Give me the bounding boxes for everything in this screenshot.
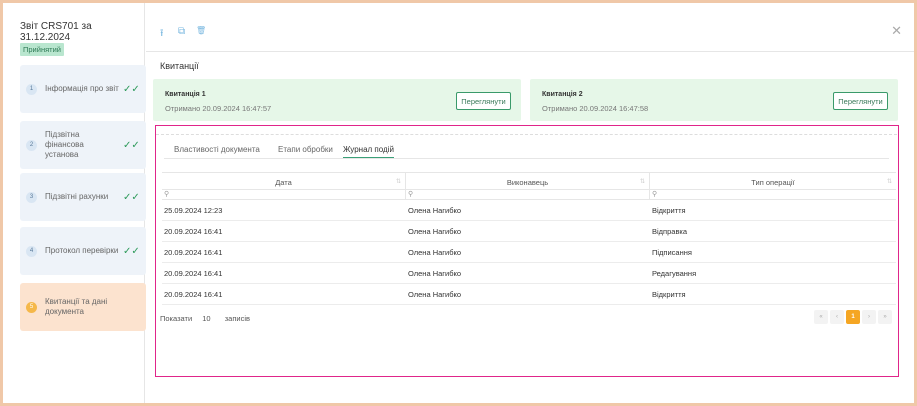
page-1-button[interactable]: 1 [846,310,860,324]
next-page-button[interactable]: › [862,310,876,324]
column-header-label: Дата [275,177,292,187]
executor-filter-input[interactable]: ⚲ [406,190,650,200]
column-header-label: Тип операції [751,177,795,187]
tab-document-properties[interactable]: Властивості документа [174,145,260,157]
check-icon: ✓✓ [123,139,140,151]
close-icon[interactable]: ✕ [891,23,902,39]
view-receipt-button[interactable]: Переглянути [833,92,888,110]
step-label: Підзвітна фінансова установа [45,130,84,159]
sort-icon: ⇅ [886,179,892,185]
step-number: 1 [26,83,37,95]
cell-executor: Олена Нагибко [408,290,462,299]
cell-executor: Олена Нагибко [408,269,462,278]
table-row[interactable]: 20.09.2024 16:41 Олена Нагибко Редагуван… [162,263,896,284]
step-label: Підзвітні рахунки [45,192,109,201]
check-icon: ✓✓ [123,245,140,257]
check-icon: ✓✓ [123,191,140,203]
date-filter-input[interactable]: ⚲ [162,190,406,200]
cell-operation: Редагування [652,269,697,278]
column-header-label: Виконавець [506,177,549,187]
cell-operation: Підписання [652,248,692,257]
receipt-card: Квитанція 2 Отримано 20.09.2024 16:47:58… [530,79,898,121]
sort-icon: ⇅ [395,179,401,185]
step-number: 5 [26,301,37,313]
step-number: 4 [26,245,37,257]
step-number: 2 [26,139,37,151]
operation-filter-input[interactable]: ⚲ [650,190,896,200]
step-label: Квитанції та дані документа [45,297,108,316]
tab-divider [164,158,889,159]
cell-operation: Відправка [652,227,688,236]
step-protocol[interactable]: 4 Протокол перевірки ✓✓ [20,227,146,275]
receipt-card: Квитанція 1 Отримано 20.09.2024 16:47:57… [153,79,521,121]
cell-date: 20.09.2024 16:41 [164,227,223,236]
sort-icon: ⇅ [639,179,645,185]
document-panel: Властивості документа Етапи обробки Журн… [155,125,899,377]
cell-executor: Олена Нагибко [408,227,462,236]
upload-icon[interactable]: ⭱ [160,26,164,43]
receipts-title: Квитанції [160,61,199,71]
filter-row: ⚲ ⚲ ⚲ [162,190,896,200]
cell-date: 20.09.2024 16:41 [164,248,223,257]
table-row[interactable]: 25.09.2024 12:23 Олена Нагибко Відкриття [162,200,896,221]
step-receipts[interactable]: 5 Квитанції та дані документа [20,283,146,331]
cell-operation: Відкриття [652,206,686,215]
table-row[interactable]: 20.09.2024 16:41 Олена Нагибко Підписанн… [162,242,896,263]
page-size-control: Показати 10 записів [160,314,250,323]
cell-date: 20.09.2024 16:41 [164,269,223,278]
records-label: записів [224,314,250,323]
delete-icon[interactable]: 🗑 [196,26,206,35]
copy-icon[interactable]: ⧉ [178,26,185,37]
main-content: ⭱ ⧉ 🗑 ✕ Квитанції Квитанція 1 Отримано 2… [146,3,914,403]
column-header-date[interactable]: Дата ⇅ [162,173,406,191]
table-row[interactable]: 20.09.2024 16:41 Олена Нагибко Відкриття [162,284,896,305]
step-financial-institution[interactable]: 2 Підзвітна фінансова установа ✓✓ [20,121,146,169]
table-header: Дата ⇅ Виконавець ⇅ Тип операції ⇅ [162,172,896,191]
show-label: Показати [160,314,193,323]
table-row[interactable]: 20.09.2024 16:41 Олена Нагибко Відправка [162,221,896,242]
left-sidebar: Звіт CRS701 за 31.12.2024 Прийнятий 1 Ін… [3,3,146,403]
status-badge: Прийнятий [20,43,64,56]
prev-page-button[interactable]: ‹ [830,310,844,324]
view-receipt-button[interactable]: Переглянути [456,92,511,110]
check-icon: ✓✓ [123,83,140,95]
search-icon: ⚲ [408,191,414,198]
cell-date: 20.09.2024 16:41 [164,290,223,299]
receipt-title: Квитанція 2 [542,91,583,98]
step-report-info[interactable]: 1 Інформація про звіт ✓✓ [20,65,146,113]
tab-processing-stages[interactable]: Етапи обробки [278,145,333,157]
search-icon: ⚲ [652,191,658,198]
divider [156,134,897,135]
step-number: 3 [26,191,37,203]
report-title: Звіт CRS701 за 31.12.2024 [20,21,92,43]
search-icon: ⚲ [164,191,170,198]
step-label: Інформація про звіт [45,84,119,93]
cell-executor: Олена Нагибко [408,248,462,257]
step-accounts[interactable]: 3 Підзвітні рахунки ✓✓ [20,173,146,221]
column-header-operation[interactable]: Тип операції ⇅ [650,173,896,191]
receipt-title: Квитанція 1 [165,91,206,98]
tab-event-log[interactable]: Журнал подій [343,145,394,159]
page-size-select[interactable]: 10 [202,314,210,323]
first-page-button[interactable]: « [814,310,828,324]
last-page-button[interactable]: » [878,310,892,324]
pagination: « ‹ 1 › » [814,310,892,324]
receipt-received: Отримано 20.09.2024 16:47:58 [542,104,649,113]
column-header-executor[interactable]: Виконавець ⇅ [406,173,650,191]
toolbar: ⭱ ⧉ 🗑 ✕ [146,3,914,52]
cell-executor: Олена Нагибко [408,206,462,215]
cell-date: 25.09.2024 12:23 [164,206,223,215]
step-label: Протокол перевірки [45,246,119,255]
receipt-received: Отримано 20.09.2024 16:47:57 [165,104,272,113]
cell-operation: Відкриття [652,290,686,299]
